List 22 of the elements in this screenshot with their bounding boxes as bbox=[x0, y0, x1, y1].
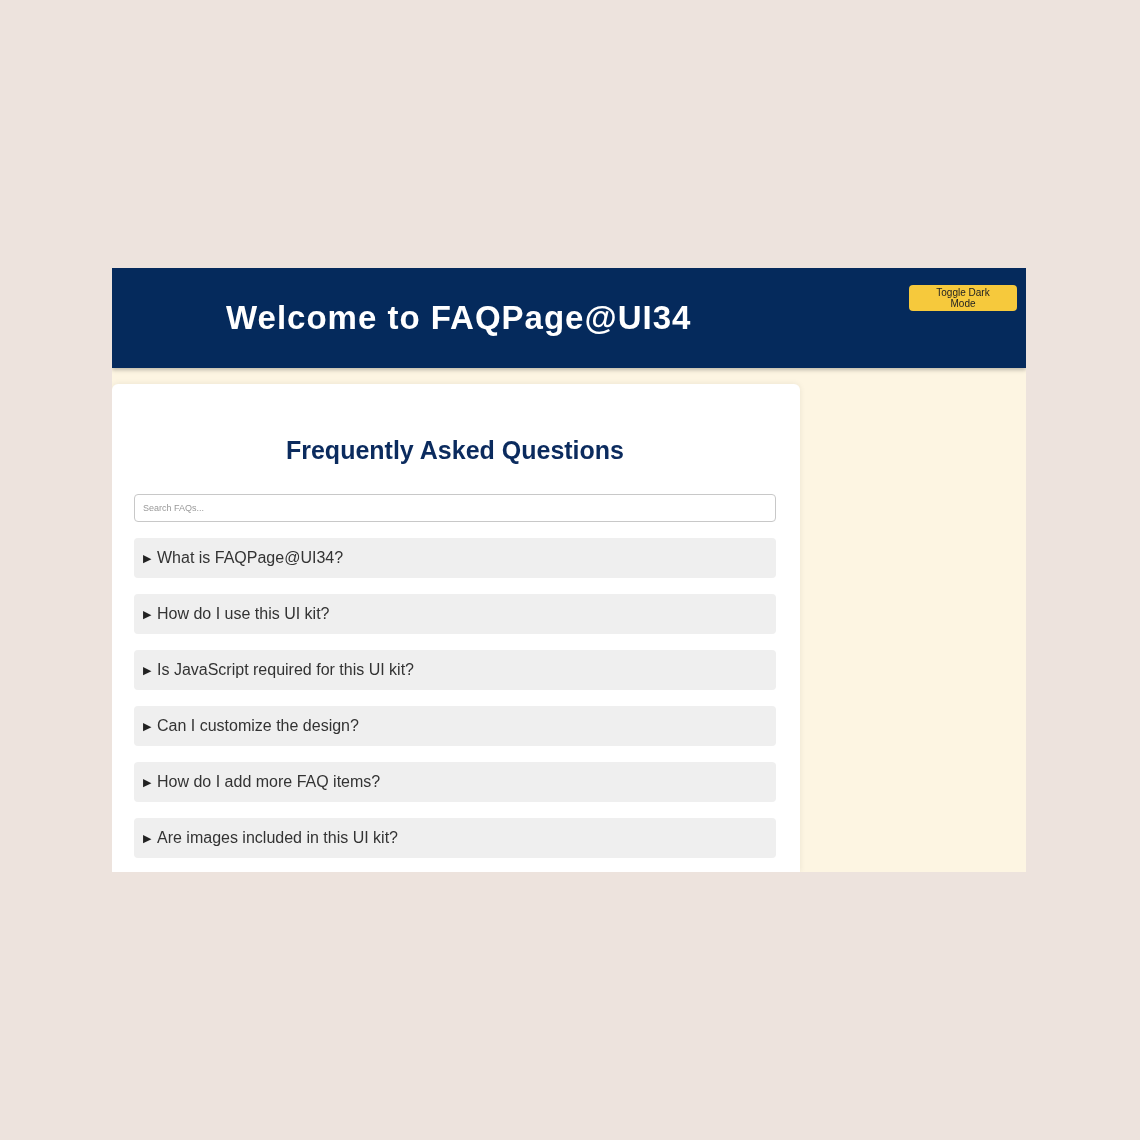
faq-question: Can I customize the design? bbox=[157, 717, 359, 735]
faq-question: What is FAQPage@UI34? bbox=[157, 549, 344, 567]
dark-mode-button[interactable]: Toggle Dark Mode bbox=[909, 285, 1017, 311]
faq-item[interactable]: ▶ Is JavaScript required for this UI kit? bbox=[134, 650, 776, 690]
faq-question: Are images included in this UI kit? bbox=[157, 829, 398, 847]
faq-item[interactable]: ▶ What is FAQPage@UI34? bbox=[134, 538, 776, 578]
triangle-icon: ▶ bbox=[143, 663, 151, 677]
page-title: Welcome to FAQPage@UI34 bbox=[226, 299, 692, 337]
faq-question: Is JavaScript required for this UI kit? bbox=[157, 661, 414, 679]
faq-item[interactable]: ▶ How do I add more FAQ items? bbox=[134, 762, 776, 802]
faq-question: How do I use this UI kit? bbox=[157, 605, 330, 623]
faq-heading: Frequently Asked Questions bbox=[284, 435, 625, 466]
faq-question: How do I add more FAQ items? bbox=[157, 773, 381, 791]
triangle-icon: ▶ bbox=[143, 775, 151, 789]
triangle-icon: ▶ bbox=[143, 719, 151, 733]
triangle-icon: ▶ bbox=[143, 551, 151, 565]
triangle-icon: ▶ bbox=[143, 831, 151, 845]
faq-item[interactable]: ▶ How do I use this UI kit? bbox=[134, 594, 776, 634]
faq-item[interactable]: ▶ Can I customize the design? bbox=[134, 706, 776, 746]
faq-item[interactable]: ▶ Are images included in this UI kit? bbox=[134, 818, 776, 858]
triangle-icon: ▶ bbox=[143, 607, 151, 621]
search-field[interactable]: Search FAQs... bbox=[134, 494, 776, 522]
